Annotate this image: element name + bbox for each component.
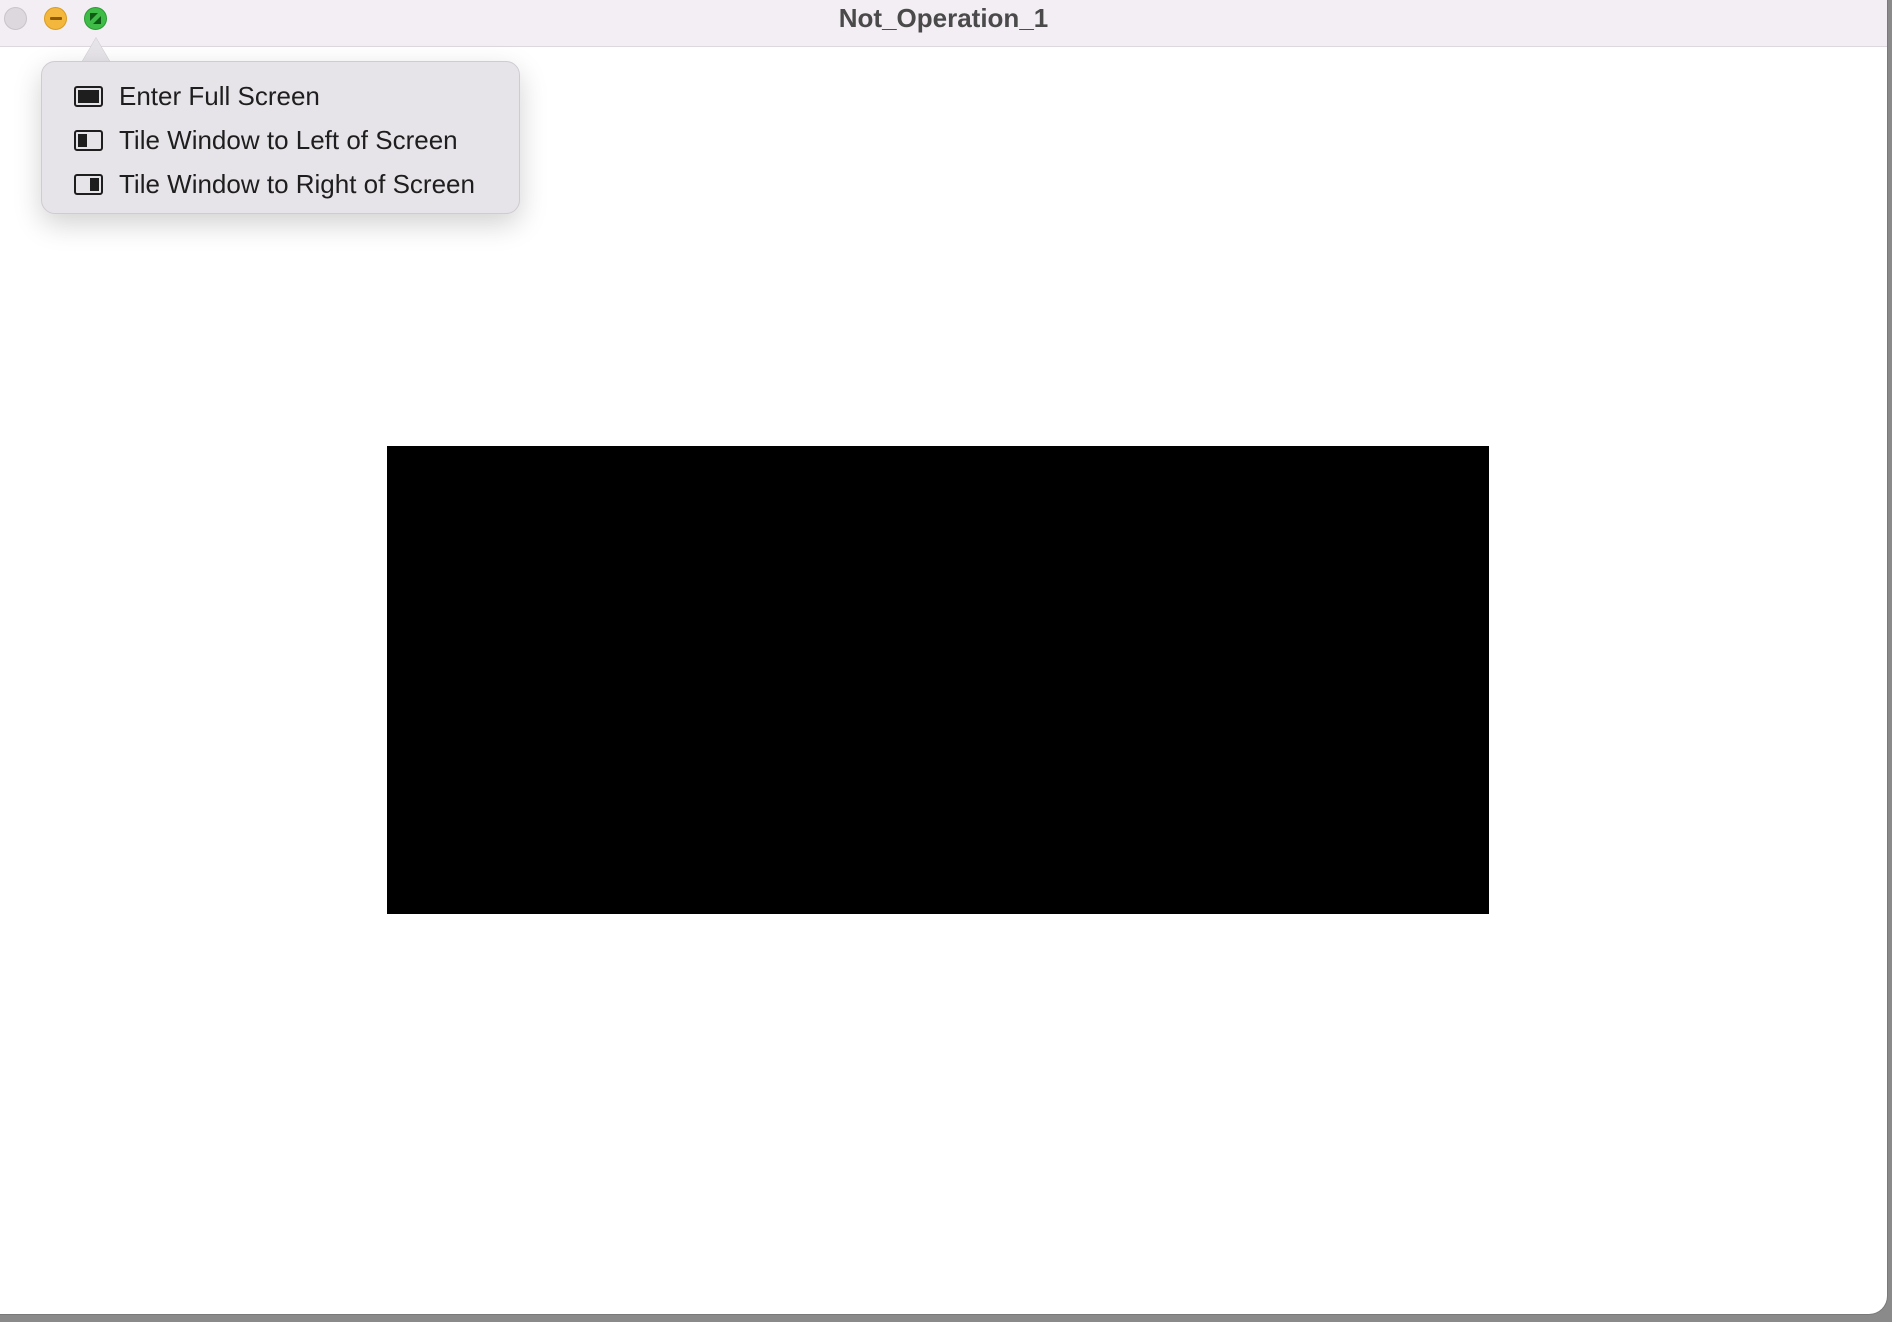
menu-item-label: Tile Window to Left of Screen (119, 124, 458, 155)
black-rectangle (387, 446, 1489, 914)
menu-item-tile-left[interactable]: Tile Window to Left of Screen (42, 118, 519, 162)
app-window: Not_Operation_1 Enter Full Screen Tile W… (0, 0, 1887, 1314)
tile-right-icon (74, 173, 103, 195)
zoom-menu-popup: Enter Full Screen Tile Window to Left of… (41, 61, 520, 214)
menu-item-enter-full-screen[interactable]: Enter Full Screen (42, 74, 519, 118)
menu-item-label: Tile Window to Right of Screen (119, 168, 475, 199)
window-title: Not_Operation_1 (838, 3, 1049, 33)
menu-item-tile-right[interactable]: Tile Window to Right of Screen (42, 162, 519, 206)
title-bar[interactable]: Not_Operation_1 (0, 0, 1887, 47)
full-screen-icon (74, 85, 103, 107)
tile-left-icon (74, 129, 103, 151)
menu-item-label: Enter Full Screen (119, 80, 320, 111)
popup-arrow (82, 38, 110, 62)
